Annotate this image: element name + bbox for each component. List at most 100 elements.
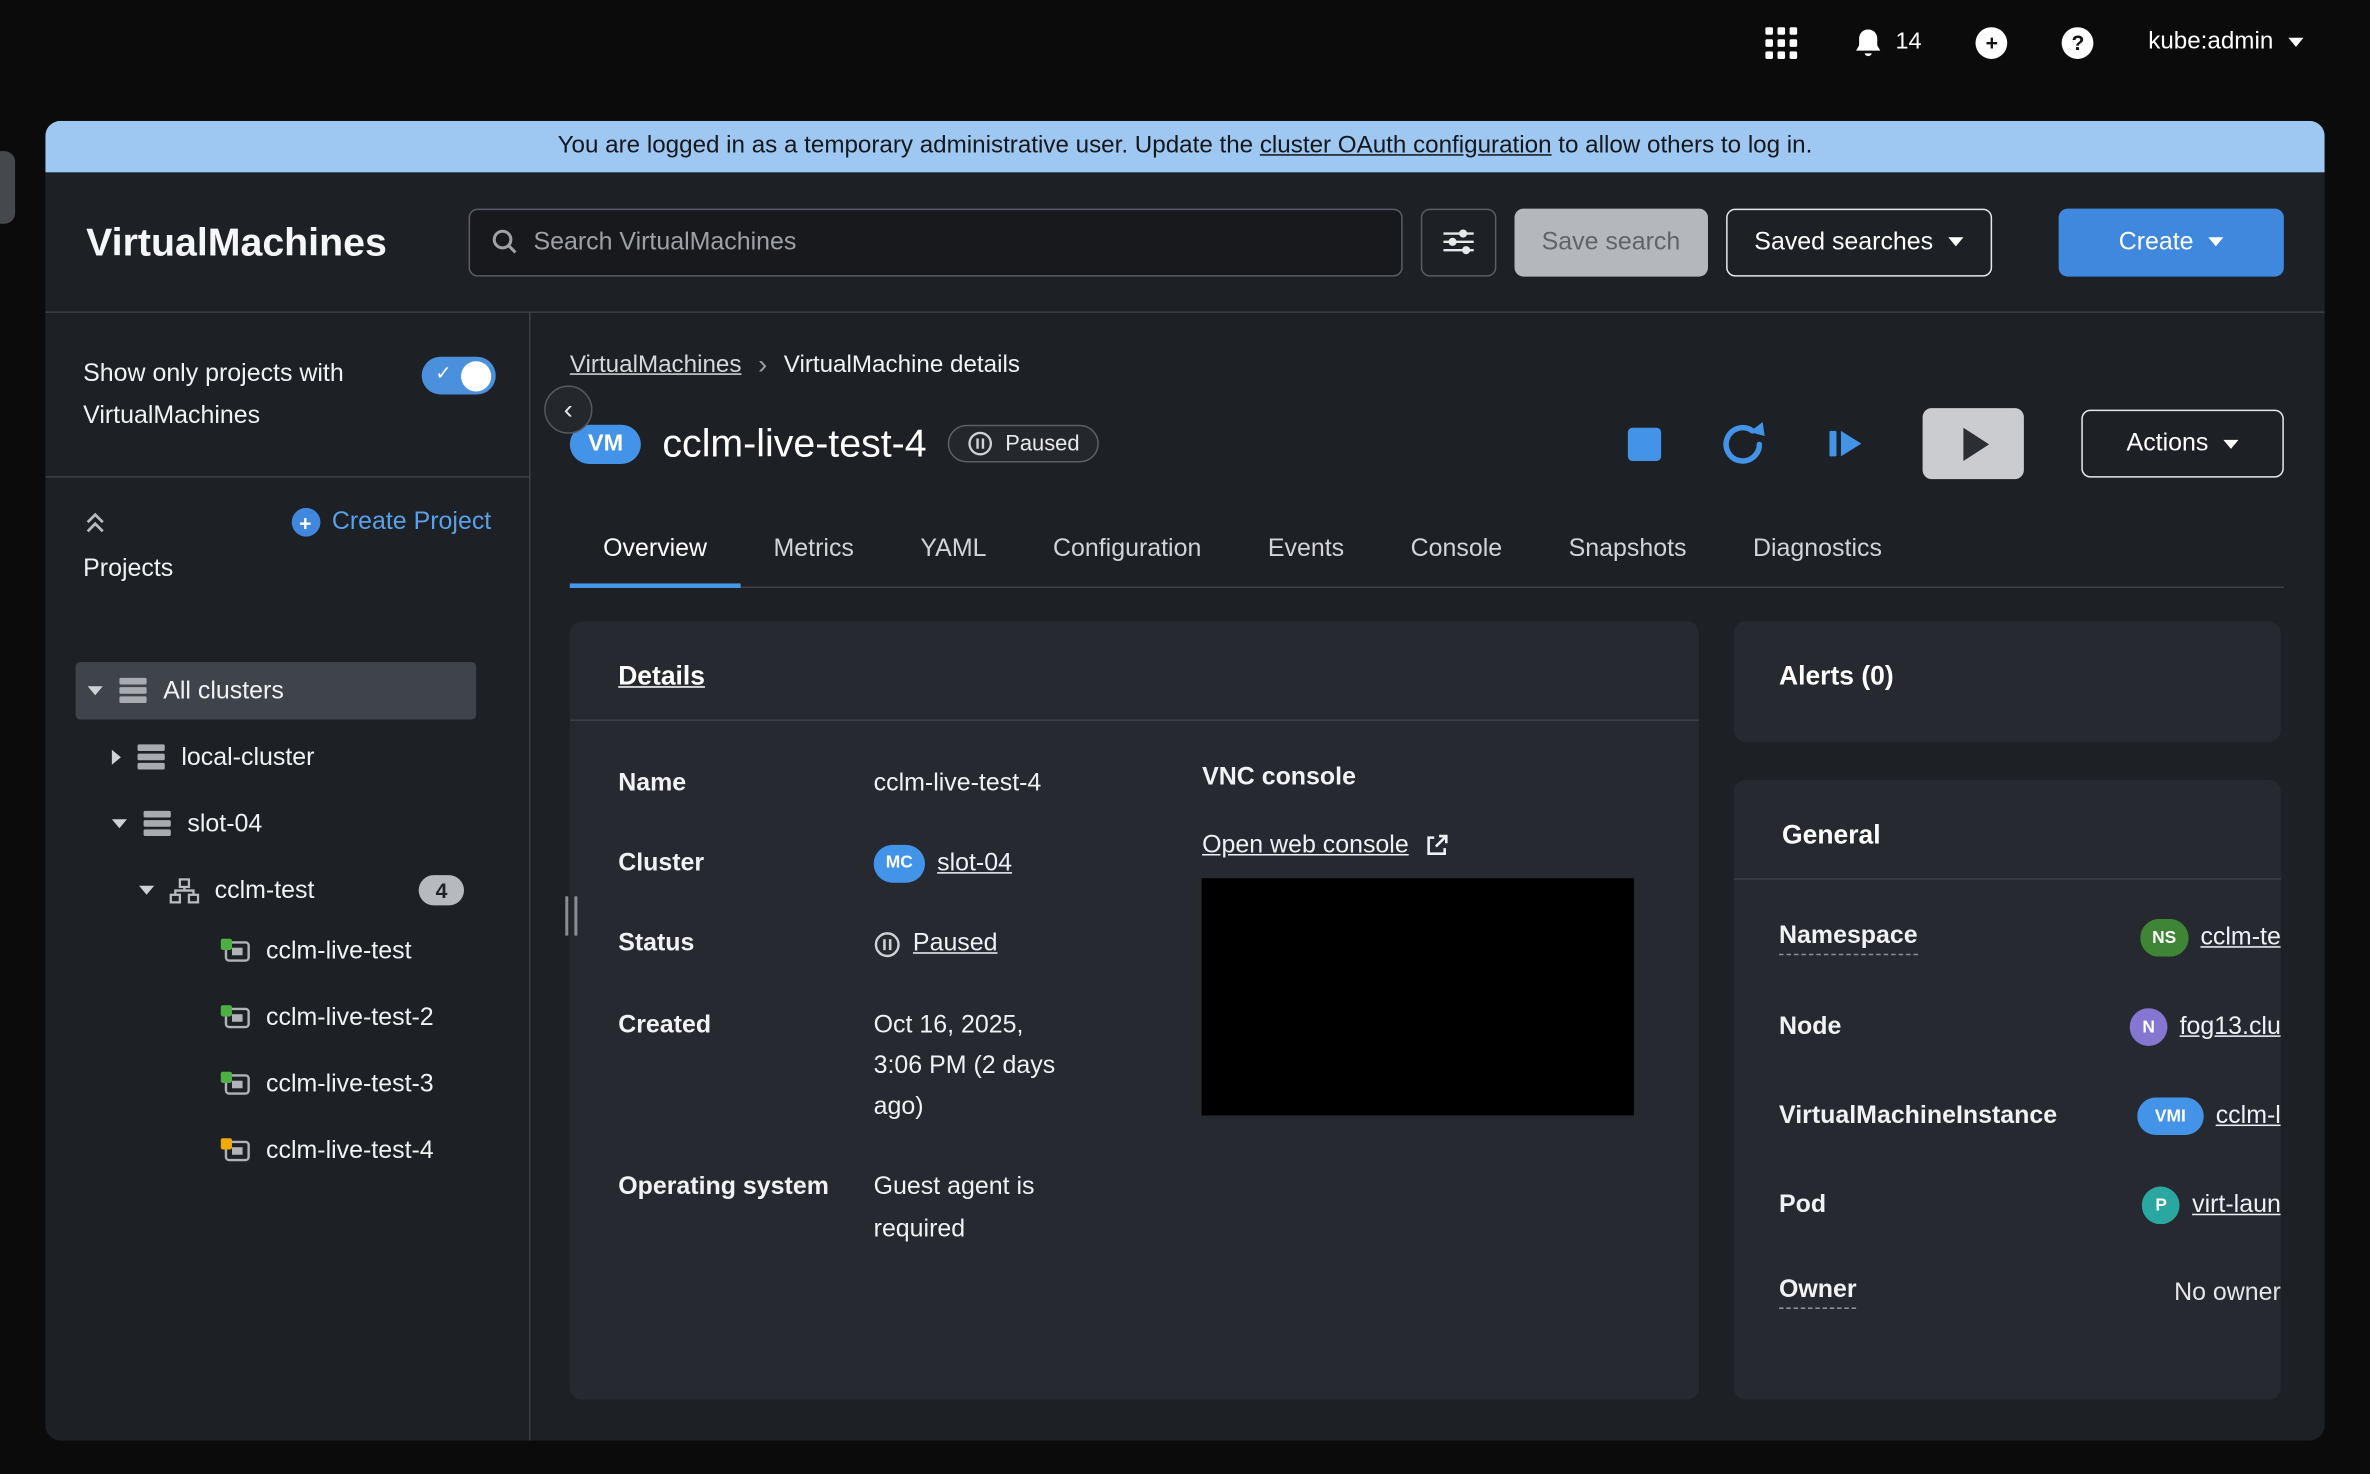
tree-item-vm-3[interactable]: cclm-live-test-3 (76, 1061, 477, 1118)
general-card-title: General (1782, 819, 1881, 849)
owner-label[interactable]: Owner (1779, 1276, 1857, 1309)
vmi-label: VirtualMachineInstance (1779, 1102, 2057, 1131)
details-list: Name cclm-live-test-4 Cluster MC slot-04 (618, 763, 1111, 1249)
saved-searches-button[interactable]: Saved searches (1726, 208, 1993, 276)
open-web-console-link[interactable]: Open web console (1202, 831, 1650, 860)
node-badge: N (2130, 1008, 2168, 1046)
check-icon: ✓ (435, 361, 451, 385)
tab-console[interactable]: Console (1377, 515, 1535, 588)
vm-running-icon (221, 1005, 251, 1031)
overview-cards: Details Name cclm-live-test-4 Cluster (570, 621, 2284, 1399)
sidebar-collapse-button[interactable]: ‹ (544, 385, 592, 433)
vnc-console-title: VNC console (1202, 763, 1650, 792)
sliders-icon (1442, 228, 1475, 255)
tab-metrics[interactable]: Metrics (740, 515, 887, 588)
tab-configuration[interactable]: Configuration (1020, 515, 1235, 588)
notification-count: 14 (1895, 29, 1921, 56)
tree-item-all-clusters[interactable]: All clusters (76, 662, 477, 719)
unpause-icon (1824, 423, 1865, 464)
grid-icon (1765, 26, 1797, 58)
plus-circle-icon: + (291, 508, 320, 537)
search-icon (491, 228, 518, 255)
play-button[interactable] (1923, 408, 2024, 479)
vm-count-badge: 4 (419, 875, 464, 905)
user-menu[interactable]: kube:admin (2148, 29, 2303, 56)
general-row-vmi: VirtualMachineInstance VMI cclm-l (1779, 1097, 2281, 1135)
drawer-handle[interactable] (0, 151, 15, 224)
page-title: VirtualMachines (86, 218, 387, 265)
general-row-node: Node N fog13.clu (1779, 1008, 2281, 1046)
tree-item-cclm-test[interactable]: cclm-test 4 (76, 862, 477, 919)
advanced-search-button[interactable] (1421, 208, 1497, 276)
pause-circle-icon (874, 931, 901, 958)
unpause-button[interactable] (1824, 423, 1865, 464)
create-button[interactable]: Create (2059, 208, 2284, 276)
stop-button[interactable] (1628, 427, 1661, 460)
namespace-link[interactable]: cclm-te (2200, 924, 2280, 953)
username: kube:admin (2148, 29, 2273, 56)
pod-link[interactable]: virt-laun (2192, 1191, 2281, 1220)
cluster-tree: All clusters local-cluster (45, 662, 529, 1185)
quick-create-button[interactable]: + (1976, 26, 2008, 58)
vmi-badge: VMI (2137, 1097, 2204, 1135)
chevron-right-icon: › (758, 349, 767, 381)
restart-button[interactable] (1719, 419, 1767, 467)
alerts-card-title: Alerts (0) (1779, 661, 1894, 691)
tab-snapshots[interactable]: Snapshots (1535, 515, 1719, 588)
cluster-link[interactable]: slot-04 (937, 844, 1012, 885)
play-icon (1963, 427, 1989, 460)
chevron-right-icon (112, 750, 121, 765)
search-input[interactable] (533, 227, 1379, 256)
status-link[interactable]: Paused (913, 924, 998, 965)
create-project-button[interactable]: + Create Project (291, 508, 491, 537)
vmi-link[interactable]: cclm-l (2216, 1102, 2281, 1131)
breadcrumb-virtualmachines[interactable]: VirtualMachines (570, 351, 742, 378)
show-only-vm-projects-toggle[interactable]: ✓ (422, 357, 496, 395)
question-circle-icon: ? (2062, 26, 2094, 58)
app-launcher-icon[interactable] (1765, 26, 1797, 58)
managed-cluster-badge: MC (874, 845, 925, 883)
cluster-icon (136, 744, 166, 771)
tab-diagnostics[interactable]: Diagnostics (1720, 515, 1915, 588)
notifications-button[interactable]: 14 (1852, 26, 1922, 59)
projects-label: Projects (83, 555, 491, 584)
tab-overview[interactable]: Overview (570, 515, 740, 588)
breadcrumb: VirtualMachines › VirtualMachine details (570, 349, 2284, 381)
chevron-down-icon (2288, 38, 2303, 47)
collapse-all-icon[interactable] (83, 510, 107, 534)
detail-row-os: Operating system Guest agent is required (618, 1167, 1111, 1249)
sidebar-resize-handle[interactable] (565, 896, 577, 935)
main-content: VirtualMachines › VirtualMachine details… (531, 313, 2325, 1441)
breadcrumb-current: VirtualMachine details (784, 351, 1020, 378)
tree-item-vm-1[interactable]: cclm-live-test (76, 928, 477, 985)
owner-value: No owner (2174, 1278, 2281, 1307)
namespace-label[interactable]: Namespace (1779, 921, 1918, 954)
search-field[interactable] (468, 208, 1402, 276)
general-row-namespace: Namespace NS cclm-te (1779, 919, 2281, 957)
tree-item-local-cluster[interactable]: local-cluster (76, 729, 477, 786)
tab-yaml[interactable]: YAML (887, 515, 1020, 588)
help-button[interactable]: ? (2062, 26, 2094, 58)
filter-label: Show only projects with VirtualMachines (83, 352, 397, 437)
toolbar: VirtualMachines Save search (45, 172, 2324, 311)
actions-dropdown[interactable]: Actions (2081, 410, 2284, 478)
vm-running-icon (221, 1072, 251, 1098)
details-card-title[interactable]: Details (618, 661, 705, 691)
tree-item-slot-04[interactable]: slot-04 (76, 795, 477, 852)
oauth-config-link[interactable]: cluster OAuth configuration (1260, 133, 1552, 159)
tree-item-vm-4[interactable]: cclm-live-test-4 (76, 1128, 477, 1185)
tab-events[interactable]: Events (1235, 515, 1378, 588)
tree-item-vm-2[interactable]: cclm-live-test-2 (76, 995, 477, 1052)
detail-row-status: Status Paused (618, 924, 1111, 965)
vnc-preview[interactable] (1202, 878, 1634, 1115)
chevron-down-icon (88, 686, 103, 695)
detail-row-created: Created Oct 16, 2025, 3:06 PM (2 days ag… (618, 1005, 1111, 1128)
save-search-button[interactable]: Save search (1514, 208, 1707, 276)
vnc-console-section: VNC console Open web console (1202, 763, 1650, 1249)
general-row-owner: Owner No owner (1779, 1276, 2281, 1309)
screen: 14 + ? kube:admin You are logged in as a… (0, 0, 2370, 1474)
masthead: 14 + ? kube:admin (0, 0, 2370, 85)
banner-text-pre: You are logged in as a temporary adminis… (558, 133, 1260, 159)
app-window: You are logged in as a temporary adminis… (45, 121, 2324, 1441)
node-link[interactable]: fog13.clu (2180, 1013, 2281, 1042)
